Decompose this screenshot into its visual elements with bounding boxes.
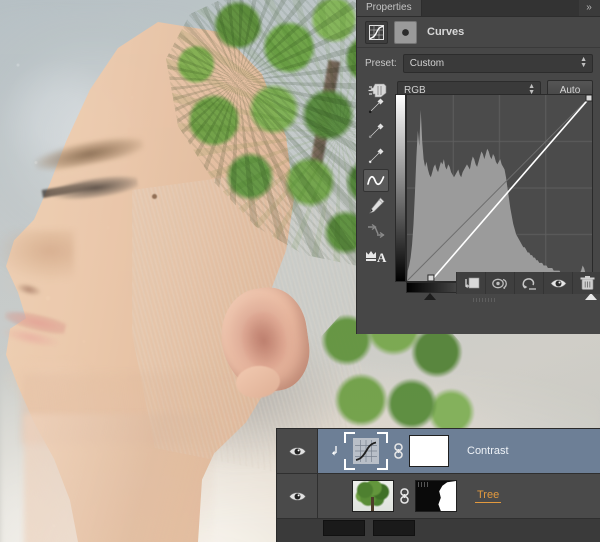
bracket-top-left — [344, 432, 355, 443]
chevron-updown-icon: ▲▼ — [580, 57, 587, 69]
tab-bar-empty-area — [419, 0, 579, 16]
visibility-eye-icon — [288, 445, 307, 458]
layer-thumbnails — [318, 480, 457, 512]
black-point-eyedropper-icon[interactable] — [363, 94, 389, 117]
layer-mask-partial — [373, 520, 415, 536]
properties-panel: Properties » Curves — [356, 0, 600, 334]
bracket-top-right — [377, 432, 388, 443]
layer-name-label[interactable]: Contrast — [467, 445, 509, 457]
curves-icon[interactable] — [365, 21, 388, 44]
gray-point-eyedropper-icon[interactable] — [363, 119, 389, 142]
preset-label: Preset: — [365, 58, 397, 69]
visibility-eye-icon — [288, 490, 307, 503]
layer-thumbnail-partial — [323, 520, 365, 536]
preset-value: Custom — [410, 58, 444, 69]
draw-pencil-icon[interactable] — [363, 194, 389, 217]
preset-select[interactable]: Custom ▲▼ — [403, 54, 593, 73]
layer-visibility-toggle[interactable] — [277, 429, 318, 473]
preset-row: Preset: Custom ▲▼ — [357, 50, 600, 76]
output-gradient-bar — [395, 94, 406, 282]
panel-resize-grip[interactable] — [473, 298, 495, 302]
curves-button-bar — [357, 270, 600, 296]
tab-properties[interactable]: Properties — [357, 0, 422, 16]
selected-thumbnail-brackets[interactable] — [344, 431, 388, 471]
edit-points-curve-icon[interactable] — [363, 169, 389, 192]
table-row[interactable]: Contrast — [277, 429, 600, 474]
table-row[interactable]: Tree — [277, 474, 600, 519]
layers-panel: Contrast — [276, 428, 600, 542]
tree-photo-thumbnail[interactable] — [352, 480, 394, 512]
curves-adjustment-thumbnail[interactable] — [353, 438, 379, 464]
smooth-curve-icon[interactable] — [363, 219, 389, 242]
curve-plot-area[interactable] — [406, 94, 593, 282]
clipping-warning-icon[interactable]: A — [363, 244, 389, 267]
layer-mask-thumbnail[interactable] — [415, 480, 457, 512]
layer-thumbnails — [318, 431, 449, 471]
panel-tab-bar: Properties » — [357, 0, 600, 17]
delete-adjustment-button[interactable] — [573, 272, 600, 294]
mask-thumbnail-icon[interactable] — [394, 21, 417, 44]
curves-editor: A — [357, 92, 600, 302]
curves-tool-column: A — [359, 94, 393, 267]
layer-visibility-toggle[interactable] — [277, 474, 318, 518]
link-chain-icon[interactable] — [398, 488, 411, 505]
layer-name-label[interactable]: Tree — [475, 489, 501, 503]
view-previous-state-button[interactable] — [486, 272, 515, 294]
adjustment-title: Curves — [427, 26, 464, 38]
toggle-layer-visibility-button[interactable] — [544, 272, 573, 294]
svg-text:A: A — [377, 250, 387, 264]
bracket-bottom-left — [344, 459, 355, 470]
adjustment-header: Curves — [357, 17, 600, 48]
photoshop-window: Properties » Curves — [0, 0, 600, 542]
clipping-mask-arrow-icon — [328, 445, 340, 458]
bracket-bottom-right — [377, 459, 388, 470]
next-layer-row-partial[interactable] — [277, 519, 600, 542]
clip-to-layer-button[interactable] — [456, 272, 486, 294]
curve-line[interactable] — [407, 95, 592, 281]
layer-mask-thumbnail[interactable] — [409, 435, 449, 467]
curves-graph[interactable] — [395, 94, 593, 292]
link-chain-icon[interactable] — [392, 443, 405, 460]
white-point-eyedropper-icon[interactable] — [363, 144, 389, 167]
reset-adjustment-button[interactable] — [515, 272, 544, 294]
collapse-panel-chevron-icon[interactable]: » — [581, 1, 597, 15]
